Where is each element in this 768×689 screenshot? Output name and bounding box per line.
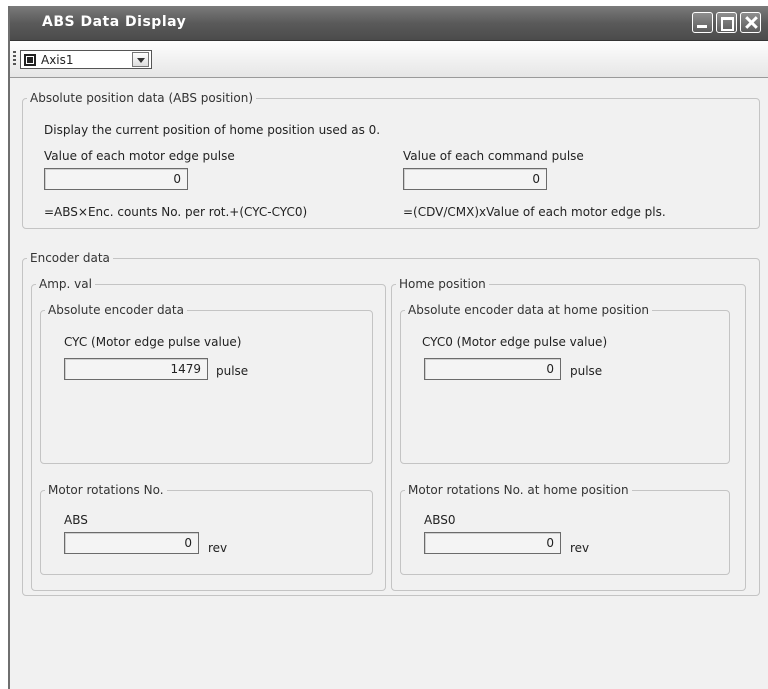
abs0-label: ABS0 bbox=[424, 513, 456, 527]
abs-unit: rev bbox=[208, 541, 228, 555]
command-pulse-label: Value of each command pulse bbox=[403, 149, 584, 163]
motor-rotations-group: Motor rotations No. bbox=[40, 483, 373, 575]
chevron-down-icon[interactable] bbox=[132, 52, 149, 67]
title-bar[interactable]: ABS Data Display bbox=[10, 6, 768, 41]
home-rotations-group: Motor rotations No. at home position bbox=[400, 483, 730, 575]
home-abs-encoder-group: Absolute encoder data at home position bbox=[400, 303, 730, 464]
encoder-data-legend: Encoder data bbox=[30, 251, 110, 265]
abs-encoder-group: Absolute encoder data bbox=[40, 303, 373, 464]
motor-edge-pulse-label: Value of each motor edge pulse bbox=[44, 149, 235, 163]
abs-label: ABS bbox=[64, 513, 88, 527]
command-pulse-field[interactable]: 0 bbox=[403, 168, 547, 190]
abs-position-legend: Absolute position data (ABS position) bbox=[30, 91, 254, 105]
motor-rotations-legend: Motor rotations No. bbox=[48, 483, 164, 497]
axis-select-value: Axis1 bbox=[41, 53, 74, 67]
home-abs-encoder-legend: Absolute encoder data at home position bbox=[408, 303, 650, 317]
command-pulse-formula: =(CDV/CMX)xValue of each motor edge pls. bbox=[403, 205, 666, 219]
cyc0-field[interactable]: 0 bbox=[424, 358, 561, 380]
home-rotations-legend: Motor rotations No. at home position bbox=[408, 483, 629, 497]
amp-val-legend: Amp. val bbox=[39, 277, 92, 291]
toolbar-grip-icon[interactable] bbox=[13, 51, 16, 67]
toolbar: Axis1 bbox=[10, 41, 768, 78]
home-position-legend: Home position bbox=[399, 277, 486, 291]
abs0-unit: rev bbox=[570, 541, 590, 555]
maximize-button[interactable] bbox=[716, 12, 737, 33]
cyc0-unit: pulse bbox=[570, 364, 603, 378]
motor-edge-formula: =ABS×Enc. counts No. per rot.+(CYC-CYC0) bbox=[44, 205, 308, 219]
cyc-field[interactable]: 1479 bbox=[64, 358, 208, 380]
window-title: ABS Data Display bbox=[42, 14, 187, 30]
abs-encoder-legend: Absolute encoder data bbox=[48, 303, 184, 317]
motor-edge-pulse-field[interactable]: 0 bbox=[44, 168, 188, 190]
abs0-field[interactable]: 0 bbox=[424, 532, 561, 554]
cyc-label: CYC (Motor edge pulse value) bbox=[64, 335, 242, 349]
close-button[interactable] bbox=[740, 12, 761, 33]
minimize-button[interactable] bbox=[692, 12, 713, 33]
abs-position-description: Display the current position of home pos… bbox=[44, 123, 381, 137]
axis-square-icon bbox=[24, 54, 36, 66]
cyc0-label: CYC0 (Motor edge pulse value) bbox=[422, 335, 608, 349]
cyc-unit: pulse bbox=[216, 364, 249, 378]
abs-field[interactable]: 0 bbox=[64, 532, 199, 554]
abs-data-window: ABS Data Display Axis1 Absolute position… bbox=[8, 6, 768, 689]
axis-select[interactable]: Axis1 bbox=[20, 50, 152, 69]
